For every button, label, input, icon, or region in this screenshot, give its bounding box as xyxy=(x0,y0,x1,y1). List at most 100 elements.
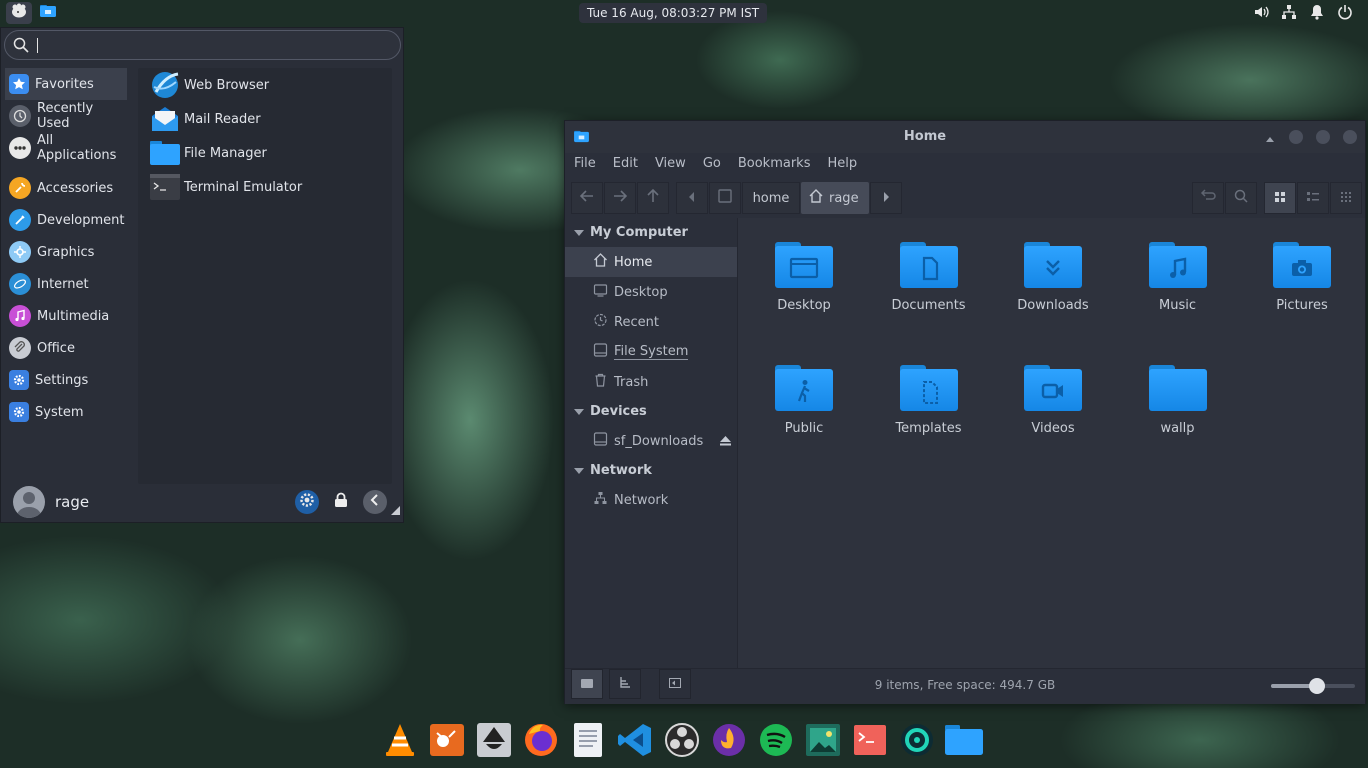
files-icon[interactable] xyxy=(40,4,56,22)
menu-go[interactable]: Go xyxy=(703,153,721,175)
sidebar-item-recent[interactable]: Recent xyxy=(565,307,737,337)
path-next-button[interactable] xyxy=(870,182,902,214)
folder-pictures[interactable]: Pictures xyxy=(1247,242,1357,313)
category-accessories[interactable]: Accessories xyxy=(5,172,127,204)
app-web-browser[interactable]: Web Browser xyxy=(138,68,392,102)
dock-item-files[interactable] xyxy=(944,722,984,762)
toggle-location-button[interactable] xyxy=(709,182,741,214)
notification-bell-icon[interactable] xyxy=(1308,3,1326,21)
whisker-menu-button[interactable] xyxy=(6,2,32,24)
sidebar-section-label: Network xyxy=(590,463,652,478)
logout-button[interactable] xyxy=(363,490,387,514)
category-settings[interactable]: Settings xyxy=(5,364,127,396)
resize-grip-icon[interactable] xyxy=(391,504,400,519)
compact-view-button[interactable] xyxy=(1330,182,1362,214)
menu-view[interactable]: View xyxy=(655,153,686,175)
sidebar-item-network[interactable]: Network xyxy=(565,485,737,515)
volume-icon[interactable] xyxy=(1252,3,1270,21)
settings-manager-button[interactable] xyxy=(295,490,319,514)
toggle-sidebar-button[interactable] xyxy=(659,669,691,699)
sidebar-item-file-system[interactable]: File System xyxy=(565,337,737,367)
show-places-button[interactable] xyxy=(571,669,603,699)
clock[interactable]: Tue 16 Aug, 08:03:27 PM IST xyxy=(579,3,768,23)
up-button[interactable] xyxy=(637,182,669,214)
category-recently-used[interactable]: Recently Used xyxy=(5,100,127,132)
folder-public[interactable]: Public xyxy=(749,365,859,436)
network-icon[interactable] xyxy=(1280,3,1298,21)
category-favorites[interactable]: Favorites xyxy=(5,68,127,100)
folder-documents[interactable]: Documents xyxy=(874,242,984,313)
dock-item-gnome-disk[interactable] xyxy=(897,722,937,762)
sidebar-section-network[interactable]: Network xyxy=(565,456,737,485)
search-button[interactable] xyxy=(1225,182,1257,214)
category-internet[interactable]: Internet xyxy=(5,268,127,300)
show-treeview-button[interactable] xyxy=(609,669,641,699)
lock-screen-button[interactable] xyxy=(329,490,353,514)
dock-item-spotify[interactable] xyxy=(756,722,796,762)
folder-downloads[interactable]: Downloads xyxy=(998,242,1108,313)
back-button[interactable] xyxy=(571,182,603,214)
category-graphics[interactable]: Graphics xyxy=(5,236,127,268)
app-terminal-emulator[interactable]: Terminal Emulator xyxy=(138,170,392,204)
dock-item-terminal[interactable] xyxy=(850,722,890,762)
breadcrumb-rage[interactable]: rage xyxy=(801,182,869,214)
icon-view-button[interactable] xyxy=(1264,182,1296,214)
avatar[interactable] xyxy=(13,486,45,518)
dock-item-vlc[interactable] xyxy=(380,722,420,762)
music-icon xyxy=(1149,252,1207,286)
category-system[interactable]: System xyxy=(5,396,127,428)
minimize-button[interactable] xyxy=(1289,130,1303,144)
sidebar-item-sf-downloads[interactable]: sf_Downloads xyxy=(565,426,737,456)
network-icon xyxy=(593,491,608,509)
dock-item-firefox[interactable] xyxy=(521,722,561,762)
folder-label: Public xyxy=(784,421,824,436)
folder-label: Downloads xyxy=(1017,298,1089,313)
power-icon[interactable] xyxy=(1336,3,1354,21)
app-file-manager[interactable]: File Manager xyxy=(138,136,392,170)
menu-edit[interactable]: Edit xyxy=(613,153,638,175)
sidebar-item-label: Desktop xyxy=(614,284,668,300)
category-office[interactable]: Office xyxy=(5,332,127,364)
star-icon xyxy=(9,74,29,94)
eject-icon[interactable] xyxy=(720,435,731,450)
folder-music[interactable]: Music xyxy=(1123,242,1233,313)
reload-button[interactable] xyxy=(1192,182,1224,214)
menu-bookmarks[interactable]: Bookmarks xyxy=(738,153,811,175)
close-button[interactable] xyxy=(1343,130,1357,144)
breadcrumb-home[interactable]: home xyxy=(742,182,800,214)
folder-wallp[interactable]: wallp xyxy=(1123,365,1233,436)
dock-item-text-editor[interactable] xyxy=(568,722,608,762)
menu-search-input[interactable] xyxy=(4,30,401,60)
menu-file[interactable]: File xyxy=(574,153,596,175)
shade-arrow-icon[interactable] xyxy=(1265,132,1275,147)
dock-item-flame[interactable] xyxy=(709,722,749,762)
category-all-applications[interactable]: All Applications xyxy=(5,132,127,164)
dock-item-vscode[interactable] xyxy=(615,722,655,762)
folder-videos[interactable]: Videos xyxy=(998,365,1108,436)
sidebar-item-desktop[interactable]: Desktop xyxy=(565,277,737,307)
category-multimedia[interactable]: Multimedia xyxy=(5,300,127,332)
forward-button[interactable] xyxy=(604,182,636,214)
app-mail-reader[interactable]: Mail Reader xyxy=(138,102,392,136)
clock-icon xyxy=(9,105,31,127)
category-label: Accessories xyxy=(37,180,114,196)
category-development[interactable]: Development xyxy=(5,204,127,236)
zoom-slider[interactable] xyxy=(1271,678,1355,694)
list-view-button[interactable] xyxy=(1297,182,1329,214)
dock-item-gimp[interactable] xyxy=(427,722,467,762)
title-bar[interactable]: Home xyxy=(565,121,1365,153)
compact-grid-icon xyxy=(1341,191,1351,206)
sidebar-item-home[interactable]: Home xyxy=(565,247,737,277)
dock-item-inkscape[interactable] xyxy=(474,722,514,762)
dock-item-obs[interactable] xyxy=(662,722,702,762)
sidebar-section-my-computer[interactable]: My Computer xyxy=(565,218,737,247)
folder-templates[interactable]: Templates xyxy=(874,365,984,436)
sidebar-item-trash[interactable]: Trash xyxy=(565,367,737,397)
menu-help[interactable]: Help xyxy=(827,153,857,175)
vscode-icon xyxy=(617,722,653,762)
maximize-button[interactable] xyxy=(1316,130,1330,144)
dock-item-photo-viewer[interactable] xyxy=(803,722,843,762)
folder-desktop[interactable]: Desktop xyxy=(749,242,859,313)
path-prev-button[interactable] xyxy=(676,182,708,214)
sidebar-section-devices[interactable]: Devices xyxy=(565,397,737,426)
